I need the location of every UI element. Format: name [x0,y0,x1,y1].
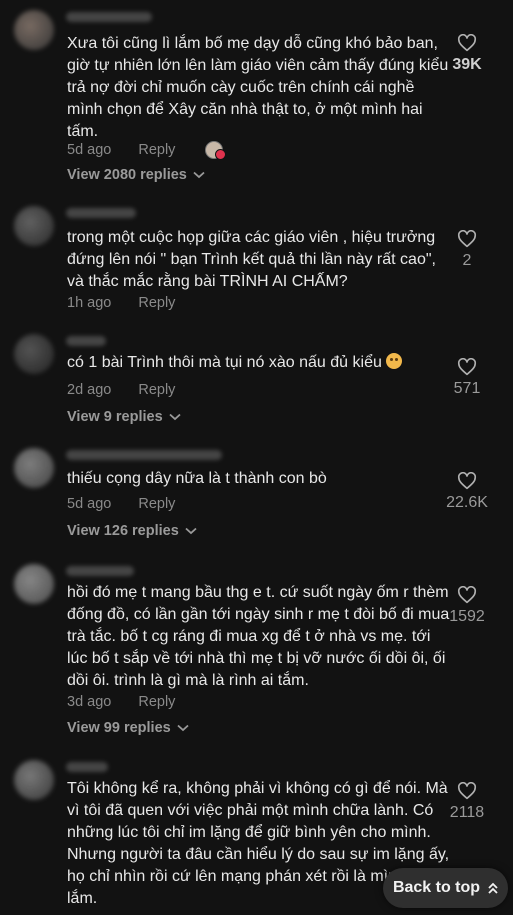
avatar[interactable] [14,448,54,488]
comment-age: 1h ago [67,295,112,311]
view-replies-button[interactable]: View 99 replies [67,720,189,736]
like-count: 2118 [449,804,485,821]
view-replies-button[interactable]: View 2080 replies [67,167,205,183]
heart-outline-icon [457,358,477,376]
comment-text-content: có 1 bài Trình thôi mà tụi nó xào nấu đủ… [67,354,382,371]
avatar[interactable] [14,760,54,800]
avatar[interactable] [14,206,54,246]
view-replies-label: View 9 replies [67,409,163,425]
username-blurred[interactable] [66,12,152,22]
like-count: 1592 [449,608,485,625]
avatar[interactable] [14,564,54,604]
reply-button[interactable]: Reply [138,382,175,398]
smile-emoji-icon [385,353,402,369]
comment-text: có 1 bài Trình thôi mà tụi nó xào nấu đủ… [67,352,452,374]
comment-age: 2d ago [67,382,112,398]
avatar[interactable] [14,10,54,50]
view-replies-label: View 2080 replies [67,167,187,183]
view-replies-label: View 126 replies [67,523,179,539]
like-button[interactable]: 1592 [437,586,497,626]
reply-button[interactable]: Reply [138,496,175,512]
back-to-top-button[interactable]: Back to top [383,868,508,908]
chevron-down-icon [185,527,197,535]
comment-meta: 2d ago Reply [67,382,175,398]
comment-meta: 3d ago Reply [67,694,175,710]
comment-text: Xưa tôi cũng lì lắm bố mẹ dạy dỗ cũng kh… [67,35,449,140]
heart-outline-icon [457,472,477,490]
heart-outline-icon [457,34,477,52]
chevron-down-icon [177,724,189,732]
heart-outline-icon [457,586,477,604]
double-chevron-up-icon [488,882,498,894]
view-replies-button[interactable]: View 9 replies [67,409,181,425]
like-count: 2 [462,252,472,269]
reply-button[interactable]: Reply [138,694,175,710]
comment-meta: 1h ago Reply [67,295,175,311]
comment-age: 5d ago [67,496,112,512]
view-replies-label: View 99 replies [67,720,171,736]
like-button[interactable]: 39K [437,34,497,74]
comment-text: thiếu cọng dây nữa là t thành con bò [67,470,327,487]
reply-button[interactable]: Reply [138,295,175,311]
comment-meta: 5d ago Reply [67,496,175,512]
view-replies-button[interactable]: View 126 replies [67,523,197,539]
username-blurred[interactable] [66,762,108,772]
chevron-down-icon [193,171,205,179]
chevron-down-icon [169,413,181,421]
heart-outline-icon [457,782,477,800]
comment-text: hồi đó mẹ t mang bầu thg e t. cứ suốt ng… [67,584,450,689]
like-count: 571 [453,380,481,397]
like-count: 22.6K [446,494,488,511]
sticker-icon [205,141,227,160]
username-blurred[interactable] [66,208,136,218]
comment-text: trong một cuộc họp giữa các giáo viên , … [67,229,436,290]
comment-age: 3d ago [67,694,112,710]
comment-age: 5d ago [67,142,112,158]
like-button[interactable]: 22.6K [437,472,497,512]
heart-outline-icon [457,230,477,248]
like-button[interactable]: 2118 [437,782,497,822]
like-button[interactable]: 2 [437,230,497,270]
username-blurred[interactable] [66,566,134,576]
username-blurred[interactable] [66,450,222,460]
reply-button[interactable]: Reply [138,142,175,158]
avatar[interactable] [14,334,54,374]
username-blurred[interactable] [66,336,106,346]
back-to-top-label: Back to top [392,879,481,896]
like-button[interactable]: 571 [437,358,497,398]
like-count: 39K [452,56,482,73]
comment-meta: 5d ago Reply [67,141,227,160]
